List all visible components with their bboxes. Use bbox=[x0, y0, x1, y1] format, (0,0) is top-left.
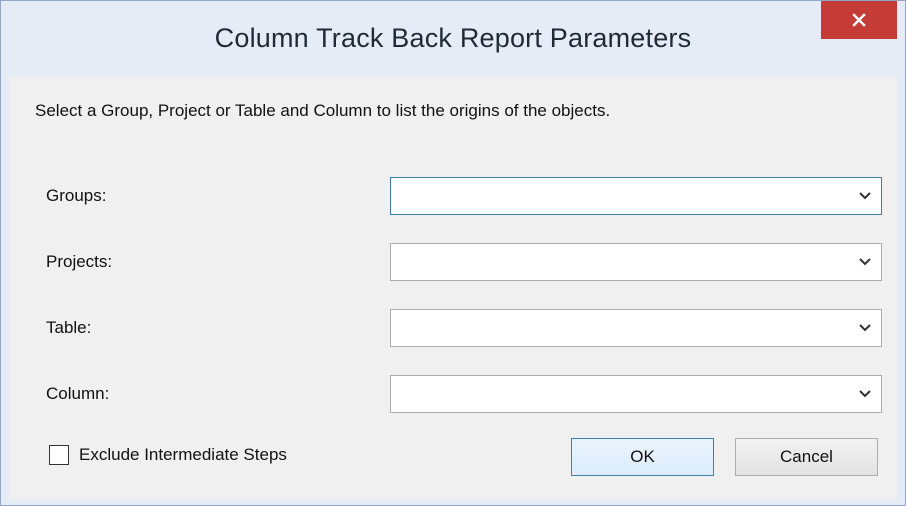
groups-dropdown[interactable] bbox=[390, 177, 882, 215]
dialog-body: Select a Group, Project or Table and Col… bbox=[9, 77, 897, 499]
title-bar[interactable]: Column Track Back Report Parameters bbox=[1, 1, 905, 77]
column-dropdown[interactable] bbox=[390, 375, 882, 413]
groups-label: Groups: bbox=[46, 186, 107, 205]
window-title: Column Track Back Report Parameters bbox=[214, 23, 692, 53]
dialog-window: Column Track Back Report Parameters Sele… bbox=[0, 0, 906, 506]
column-label: Column: bbox=[46, 384, 110, 403]
table-dropdown[interactable] bbox=[390, 309, 882, 347]
close-button[interactable] bbox=[821, 1, 897, 39]
ok-button[interactable]: OK bbox=[571, 438, 714, 476]
close-icon bbox=[852, 13, 866, 27]
projects-label: Projects: bbox=[46, 252, 113, 271]
exclude-intermediate-option[interactable]: Exclude Intermediate Steps bbox=[49, 445, 287, 465]
table-label: Table: bbox=[46, 318, 92, 337]
exclude-intermediate-label[interactable]: Exclude Intermediate Steps bbox=[79, 445, 287, 465]
chevron-down-icon[interactable] bbox=[858, 323, 872, 333]
chevron-down-icon[interactable] bbox=[858, 257, 872, 267]
exclude-intermediate-checkbox[interactable] bbox=[49, 445, 69, 465]
cancel-button[interactable]: Cancel bbox=[735, 438, 878, 476]
projects-dropdown[interactable] bbox=[390, 243, 882, 281]
instruction-text: Select a Group, Project or Table and Col… bbox=[35, 101, 611, 120]
chevron-down-icon[interactable] bbox=[858, 191, 872, 201]
chevron-down-icon[interactable] bbox=[858, 389, 872, 399]
